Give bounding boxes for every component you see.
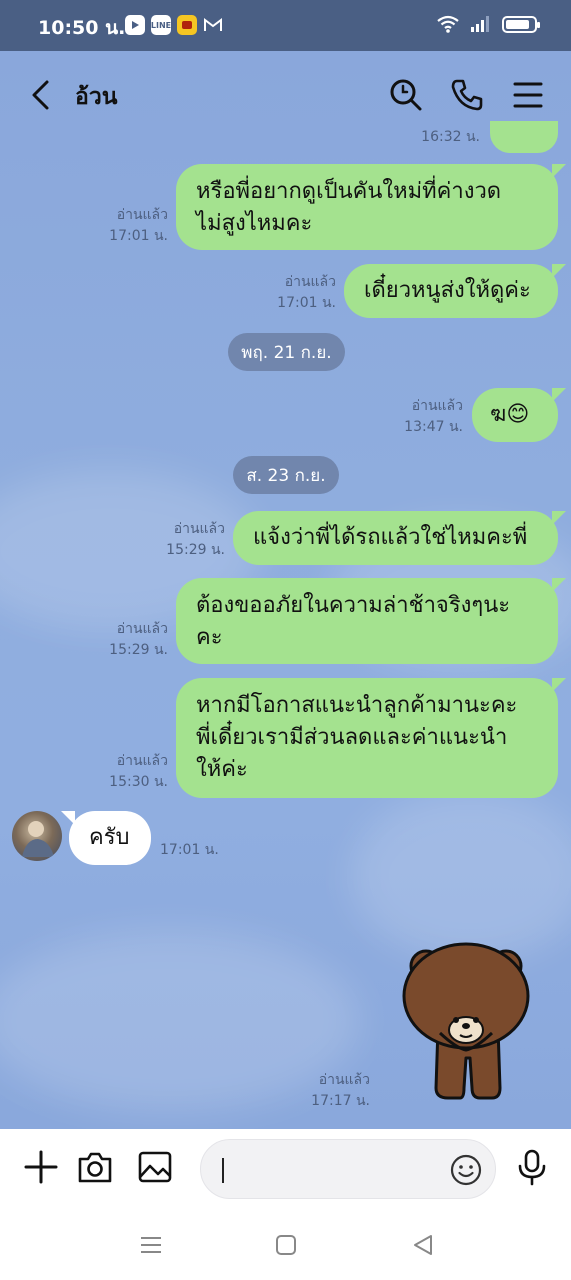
chat-header: อ้วน	[0, 51, 571, 139]
search-icon	[390, 79, 422, 111]
message-bubble-outgoing[interactable]: ฆ😊	[472, 388, 566, 442]
message-time: 13:47 น.	[404, 419, 463, 435]
message-bubble-outgoing[interactable]: เดี๋ยวหนูส่งให้ดูค่ะ	[344, 264, 566, 318]
yellow-app-icon	[177, 15, 197, 35]
system-nav-bar	[0, 1209, 571, 1280]
status-indicators	[436, 14, 540, 34]
message-read-status: อ่านแล้ว	[173, 521, 225, 537]
message-input-bar	[0, 1129, 571, 1209]
recent-apps-button[interactable]	[137, 1231, 165, 1259]
message-text-line: คะ	[196, 625, 223, 650]
message-time: 15:30 น.	[109, 774, 168, 790]
message-read-status: อ่านแล้ว	[284, 274, 336, 290]
message-time: 17:01 น.	[277, 295, 336, 311]
emoji-button[interactable]	[449, 1153, 483, 1187]
status-app-icons: LINE	[125, 15, 223, 35]
wifi-icon	[437, 15, 459, 33]
message-read-status: อ่านแล้ว	[318, 1072, 370, 1088]
recent-apps-icon	[141, 1237, 161, 1253]
search-button[interactable]	[386, 75, 426, 115]
message-bubble-outgoing[interactable]: หรือพี่อยากดูเป็นคันใหม่ที่ค่างวด ไม่สูง…	[176, 164, 566, 250]
message-time: 15:29 น.	[166, 542, 225, 558]
message-text: ครับ	[89, 825, 130, 850]
message-text-line: หากมีโอกาสแนะนำลูกค้ามานะคะ	[196, 693, 518, 718]
message-read-status: อ่านแล้ว	[116, 753, 168, 769]
message-time: 17:01 น.	[109, 228, 168, 244]
battery-icon	[502, 15, 540, 33]
message-text-line: หรือพี่อยากดูเป็นคันใหม่ที่ค่างวด	[196, 179, 502, 204]
microphone-icon	[518, 1149, 546, 1186]
gmail-icon	[203, 15, 223, 35]
chat-title: อ้วน	[75, 84, 118, 110]
camera-icon	[78, 1152, 112, 1183]
home-button[interactable]	[272, 1231, 300, 1259]
image-icon	[138, 1151, 172, 1183]
message-text: ฆ😊	[490, 402, 530, 427]
status-time: 10:50 น.	[38, 17, 126, 39]
menu-icon	[513, 82, 543, 108]
youtube-icon	[125, 15, 145, 35]
signal-icon	[471, 16, 489, 32]
message-text: แจ้งว่าพี่ได้รถแล้วใช่ไหมคะพี่	[253, 525, 528, 550]
message-text-line: ต้องขออภัยในความล่าช้าจริงๆนะ	[196, 593, 511, 618]
camera-button[interactable]	[75, 1147, 115, 1187]
status-bar: 10:50 น. LINE	[0, 0, 571, 51]
contact-avatar[interactable]	[12, 811, 62, 861]
gallery-button[interactable]	[135, 1147, 175, 1187]
line-icon: LINE	[151, 15, 171, 35]
back-icon	[414, 1235, 432, 1255]
message-time: 17:01 น.	[160, 842, 219, 858]
message-time: 17:17 น.	[311, 1093, 370, 1109]
message-read-status: อ่านแล้ว	[116, 207, 168, 223]
menu-button[interactable]	[508, 75, 548, 115]
brown-bear-sticker[interactable]	[400, 938, 535, 1103]
add-button[interactable]	[21, 1147, 61, 1187]
message-read-status: อ่านแล้ว	[411, 398, 463, 414]
message-bubble-outgoing[interactable]: แจ้งว่าพี่ได้รถแล้วใช่ไหมคะพี่	[233, 511, 566, 565]
message-bubble-outgoing[interactable]: ต้องขออภัยในความล่าช้าจริงๆนะ คะ	[176, 578, 566, 664]
voice-button[interactable]	[512, 1147, 552, 1187]
emoji-icon	[450, 1154, 482, 1186]
message-text: เดี๋ยวหนูส่งให้ดูค่ะ	[364, 278, 531, 303]
message-read-status: อ่านแล้ว	[116, 621, 168, 637]
back-nav-button[interactable]	[409, 1231, 437, 1259]
message-text-line: ให้ค่ะ	[196, 757, 248, 782]
chat-area[interactable]: อ้วน 16:32 น. อ่านแล้ว 17:01 น. หรือพี่อ…	[0, 51, 571, 1129]
message-bubble-partial[interactable]	[490, 121, 558, 153]
message-bubble-incoming[interactable]: ครับ	[61, 811, 151, 865]
date-separator: ส. 23 ก.ย.	[233, 456, 339, 494]
chevron-left-icon	[32, 80, 49, 110]
call-button[interactable]	[447, 75, 487, 115]
back-button[interactable]	[22, 75, 62, 115]
message-time: 16:32 น.	[421, 129, 480, 145]
date-separator: พฤ. 21 ก.ย.	[228, 333, 345, 371]
home-icon	[276, 1235, 296, 1255]
message-time: 15:29 น.	[109, 642, 168, 658]
plus-icon	[24, 1150, 58, 1184]
message-text-line: พี่เดี๋ยวเรามีส่วนลดและค่าแนะนำ	[196, 725, 508, 750]
message-text-line: ไม่สูงไหมคะ	[196, 211, 313, 236]
text-caret	[222, 1158, 224, 1183]
message-input[interactable]	[200, 1139, 496, 1199]
phone-icon	[451, 79, 483, 111]
message-bubble-outgoing[interactable]: หากมีโอกาสแนะนำลูกค้ามานะคะ พี่เดี๋ยวเรา…	[176, 678, 566, 798]
